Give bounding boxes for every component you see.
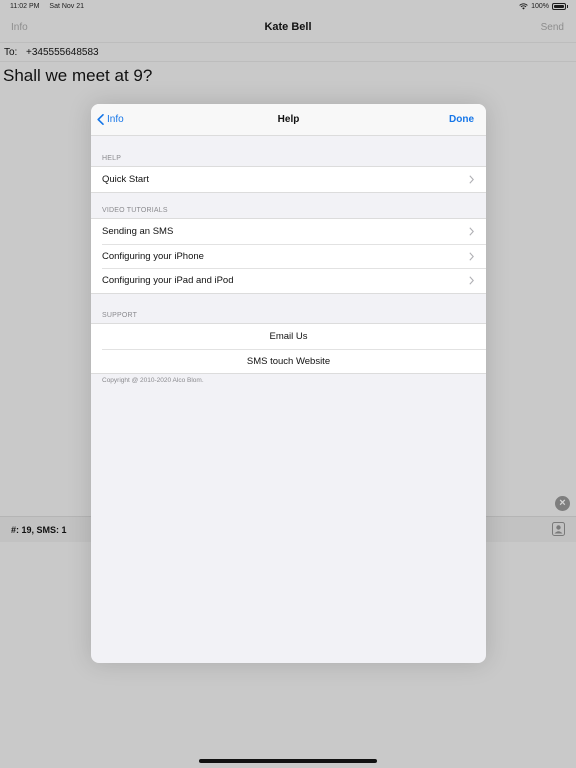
recipient-title: Kate Bell [264,21,312,33]
chevron-right-icon [469,227,474,236]
status-time: 11:02 PM [10,3,40,10]
section-header-help: HELP [102,155,122,162]
support-group: Email Us SMS touch Website [91,323,486,374]
cell-label: Configuring your iPad and iPod [102,275,234,286]
list-item-quick-start[interactable]: Quick Start [91,167,486,192]
battery-icon [552,3,568,10]
chevron-right-icon [469,251,474,261]
character-counter: #: 19, SMS: 1 [11,525,67,535]
to-field[interactable]: To: +345555648583 [0,42,576,62]
cell-label: SMS touch Website [246,355,331,367]
to-value[interactable]: +345555648583 [26,47,99,58]
list-item-configuring-iphone[interactable]: Configuring your iPhone [91,243,486,269]
status-date: Sat Nov 21 [49,3,85,10]
battery-percent: 100% [531,3,549,10]
done-button[interactable]: Done [449,114,474,125]
cell-label: Sending an SMS [102,226,174,237]
status-bar: 11:02 PM Sat Nov 21 100% [0,0,576,14]
list-item-sending-sms[interactable]: Sending an SMS [91,219,486,244]
status-left: 11:02 PM Sat Nov 21 [10,3,84,10]
chevron-right-icon [469,276,474,285]
email-us-button[interactable]: Email Us [91,324,486,349]
screen: 11:02 PM Sat Nov 21 100% Info Kate Bell … [0,0,576,768]
message-body[interactable]: Shall we meet at 9? [3,66,152,86]
help-nav-bar: Info Help Done [91,104,486,136]
section-header-video-tutorials: VIDEO TUTORIALS [102,207,168,214]
cell-label: Configuring your iPhone [102,250,204,262]
to-label: To: [4,47,18,58]
list-item-configuring-ipad[interactable]: Configuring your iPad and iPod [91,268,486,293]
wifi-icon [519,3,528,10]
section-header-support: SUPPORT [102,312,138,319]
help-title: Help [277,114,300,125]
help-group: Quick Start [91,166,486,193]
copyright-footer: Copyright @ 2010-2020 Alco Blom. [102,377,204,384]
help-sheet: Info Help Done HELP Quick Start VIDEO TU… [91,104,486,663]
video-tutorials-group: Sending an SMS Configuring your iPhone C… [91,218,486,294]
contact-icon[interactable] [552,522,565,536]
compose-nav-bar: Info Kate Bell Send [0,14,576,42]
chevron-right-icon [469,175,474,184]
send-button[interactable]: Send [541,22,564,33]
clear-icon[interactable]: × [555,496,570,511]
status-right: 100% [519,3,568,10]
website-button[interactable]: SMS touch Website [91,348,486,374]
home-indicator[interactable] [199,759,377,763]
cell-label: Email Us [269,331,308,342]
cell-label: Quick Start [102,174,149,185]
